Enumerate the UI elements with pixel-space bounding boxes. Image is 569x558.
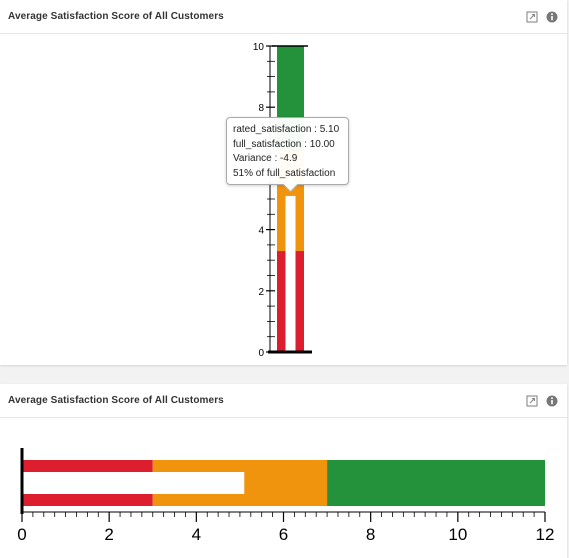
tooltip-line-percent: 51% of full_satisfaction	[233, 167, 336, 179]
panel-header: Average Satisfaction Score of All Custom…	[0, 0, 567, 34]
chart-tooltip: rated_satisfaction : 5.10 full_satisfact…	[226, 117, 349, 185]
x-tick-label: 12	[536, 525, 555, 544]
x-tick-label: 6	[279, 525, 288, 544]
tooltip-line-variance: Variance : -4.9	[233, 153, 298, 164]
chart-panel-horizontal: Average Satisfaction Score of All Custom…	[0, 384, 567, 558]
measure-bar	[285, 195, 296, 352]
info-icon[interactable]	[546, 10, 558, 23]
panel-title: Average Satisfaction Score of All Custom…	[8, 395, 224, 406]
x-tick-label: 10	[448, 525, 467, 544]
y-tick-label: 10	[253, 42, 265, 53]
chart-panel-vertical: Average Satisfaction Score of All Custom…	[0, 0, 567, 365]
expand-icon[interactable]	[526, 10, 538, 23]
y-tick-label: 0	[258, 348, 264, 359]
y-tick-label: 2	[258, 287, 264, 298]
y-tick-label: 4	[258, 226, 264, 237]
measure-bar	[22, 472, 245, 494]
tooltip-line-rated: rated_satisfaction : 5.10	[233, 124, 340, 135]
tooltip-line-full: full_satisfaction : 10.00	[233, 138, 335, 150]
x-tick-label: 0	[17, 525, 26, 544]
y-tick-label: 8	[258, 103, 264, 114]
bullet-chart-horizontal[interactable]: 0 2 4 6 8 10 12	[0, 418, 567, 558]
info-icon[interactable]	[546, 394, 558, 407]
panel-title: Average Satisfaction Score of All Custom…	[8, 11, 224, 22]
expand-icon[interactable]	[526, 394, 538, 407]
x-tick-label: 2	[104, 525, 113, 544]
x-tick-label: 4	[192, 525, 201, 544]
x-tick-label: 8	[366, 525, 375, 544]
bullet-chart-vertical[interactable]: 0246810	[0, 34, 567, 364]
range-band-2	[327, 460, 545, 506]
panel-header: Average Satisfaction Score of All Custom…	[0, 384, 567, 418]
